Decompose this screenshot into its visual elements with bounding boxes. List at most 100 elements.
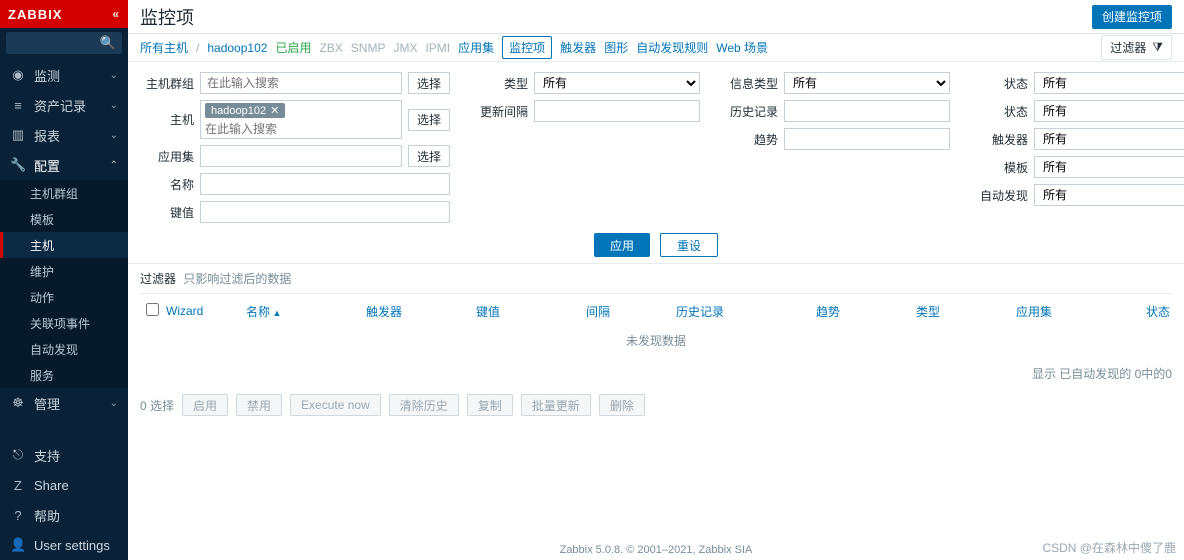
label-state: 状态	[970, 103, 1028, 120]
th-triggers[interactable]: 触发器	[366, 303, 476, 320]
th-status[interactable]: 状态	[1146, 303, 1184, 320]
th-type[interactable]: 类型	[916, 303, 1016, 320]
select-all-checkbox[interactable]	[146, 303, 159, 316]
host-chipbox[interactable]: hadoop102 ✕	[200, 100, 402, 139]
select-info-type[interactable]: 所有	[784, 72, 950, 94]
wrench-icon: 🔧	[10, 157, 26, 173]
bulk-copy[interactable]: 复制	[467, 394, 513, 416]
search-icon: 🔍	[100, 35, 116, 51]
tab-web-scenarios[interactable]: Web 场景	[716, 39, 768, 56]
bulk-clear-history[interactable]: 清除历史	[389, 394, 459, 416]
nav-monitoring[interactable]: ◉ 监测 ⌄	[0, 60, 128, 90]
nav-label: 管理	[34, 394, 60, 413]
input-name[interactable]	[200, 173, 450, 195]
label-host: 主机	[140, 111, 194, 128]
nav-configuration[interactable]: 🔧 配置 ⌃	[0, 150, 128, 180]
list-icon: ≡	[10, 98, 26, 113]
input-key[interactable]	[200, 201, 450, 223]
bulk-enable[interactable]: 启用	[182, 394, 228, 416]
label-template: 模板	[970, 159, 1028, 176]
funnel-icon: ⧩	[1152, 40, 1163, 55]
th-wizard[interactable]: Wizard	[166, 304, 246, 318]
nav-label: 资产记录	[34, 96, 86, 115]
select-autodisc[interactable]: 所有	[1034, 184, 1184, 206]
brand-text: ZABBIX	[8, 7, 62, 22]
select-hostgroup-button[interactable]: 选择	[408, 72, 450, 94]
main: 监控项 创建监控项 所有主机 / hadoop102 已启用 ZBX SNMP …	[128, 0, 1184, 560]
th-interval[interactable]: 间隔	[586, 303, 676, 320]
input-appset[interactable]	[200, 145, 402, 167]
tab-triggers[interactable]: 触发器	[560, 39, 596, 56]
bulk-execute-now[interactable]: Execute now	[290, 394, 381, 416]
sub-correlation[interactable]: 关联项事件	[0, 310, 128, 336]
label-type: 类型	[470, 75, 528, 92]
select-type[interactable]: 所有	[534, 72, 700, 94]
breadcrumb-host[interactable]: hadoop102	[207, 41, 267, 55]
host-chip[interactable]: hadoop102 ✕	[205, 103, 285, 118]
input-host[interactable]	[201, 120, 401, 138]
reset-button[interactable]: 重设	[660, 233, 718, 257]
input-hostgroup[interactable]	[200, 72, 402, 94]
select-status[interactable]: 所有	[1034, 72, 1184, 94]
tab-discovery-rules[interactable]: 自动发现规则	[636, 39, 708, 56]
input-trend[interactable]	[784, 128, 950, 150]
gear-icon: ☸	[10, 395, 26, 411]
bulk-count: 0 选择	[140, 397, 174, 414]
bar-icon: ▥	[10, 127, 26, 143]
bulk-delete[interactable]: 删除	[599, 394, 645, 416]
nav-reports[interactable]: ▥ 报表 ⌄	[0, 120, 128, 150]
nav-inventory[interactable]: ≡ 资产记录 ⌄	[0, 90, 128, 120]
bulk-mass-update[interactable]: 批量更新	[521, 394, 591, 416]
sub-services[interactable]: 服务	[0, 362, 128, 388]
nav-configuration-submenu: 主机群组 模板 主机 维护 动作 关联项事件 自动发现 服务	[0, 180, 128, 388]
collapse-icon[interactable]: «	[112, 7, 120, 21]
filter-col-3: 信息类型 所有 历史记录 趋势	[720, 72, 950, 223]
tab-graphs[interactable]: 图形	[604, 39, 628, 56]
chevron-down-icon: ⌄	[110, 130, 118, 141]
breadcrumb-enabled: 已启用	[275, 39, 311, 56]
sub-hostgroups[interactable]: 主机群组	[0, 180, 128, 206]
nav-help[interactable]: ?帮助	[0, 500, 128, 530]
user-icon: 👤	[10, 537, 26, 553]
items-table: Wizard 名称 触发器 键值 间隔 历史记录 趋势 类型 应用集 状态 信息…	[140, 293, 1172, 388]
nav-user-settings[interactable]: 👤User settings	[0, 530, 128, 560]
filter-strip-label: 过滤器	[140, 272, 176, 286]
sub-actions[interactable]: 动作	[0, 284, 128, 310]
label-info-type: 信息类型	[720, 75, 778, 92]
sub-hosts[interactable]: 主机	[0, 232, 128, 258]
th-history[interactable]: 历史记录	[676, 303, 816, 320]
select-state[interactable]: 所有	[1034, 100, 1184, 122]
help-icon: ?	[10, 508, 26, 523]
th-key[interactable]: 键值	[476, 303, 586, 320]
sidebar-search[interactable]: 🔍	[6, 32, 122, 54]
remove-chip-icon[interactable]: ✕	[270, 104, 279, 117]
select-template[interactable]: 所有	[1034, 156, 1184, 178]
bulk-disable[interactable]: 禁用	[236, 394, 282, 416]
tab-applications[interactable]: 应用集	[458, 39, 494, 56]
sub-discovery[interactable]: 自动发现	[0, 336, 128, 362]
breadcrumb-all-hosts[interactable]: 所有主机	[140, 39, 188, 56]
select-trigger[interactable]: 所有	[1034, 128, 1184, 150]
sub-templates[interactable]: 模板	[0, 206, 128, 232]
support-icon: ⎋	[10, 447, 26, 463]
create-item-button[interactable]: 创建监控项	[1092, 5, 1172, 29]
apply-button[interactable]: 应用	[594, 233, 650, 257]
select-host-button[interactable]: 选择	[408, 109, 450, 131]
sub-maintenance[interactable]: 维护	[0, 258, 128, 284]
nav-support[interactable]: ⎋支持	[0, 440, 128, 470]
tab-items[interactable]: 监控项	[502, 36, 552, 59]
nav-administration[interactable]: ☸ 管理 ⌄	[0, 388, 128, 418]
th-appset[interactable]: 应用集	[1016, 303, 1146, 320]
select-appset-button[interactable]: 选择	[408, 145, 450, 167]
th-trend[interactable]: 趋势	[816, 303, 916, 320]
input-interval[interactable]	[534, 100, 700, 122]
input-history[interactable]	[784, 100, 950, 122]
label-name: 名称	[140, 176, 194, 193]
breadcrumb-sep: /	[196, 41, 199, 55]
footer: Zabbix 5.0.8. © 2001–2021, Zabbix SIA	[128, 540, 1184, 560]
brand-bar: ZABBIX «	[0, 0, 128, 28]
nav-share[interactable]: ZShare	[0, 470, 128, 500]
filter-toggle[interactable]: 过滤器 ⧩	[1101, 35, 1172, 60]
th-name[interactable]: 名称	[246, 303, 366, 320]
share-icon: Z	[10, 478, 26, 493]
